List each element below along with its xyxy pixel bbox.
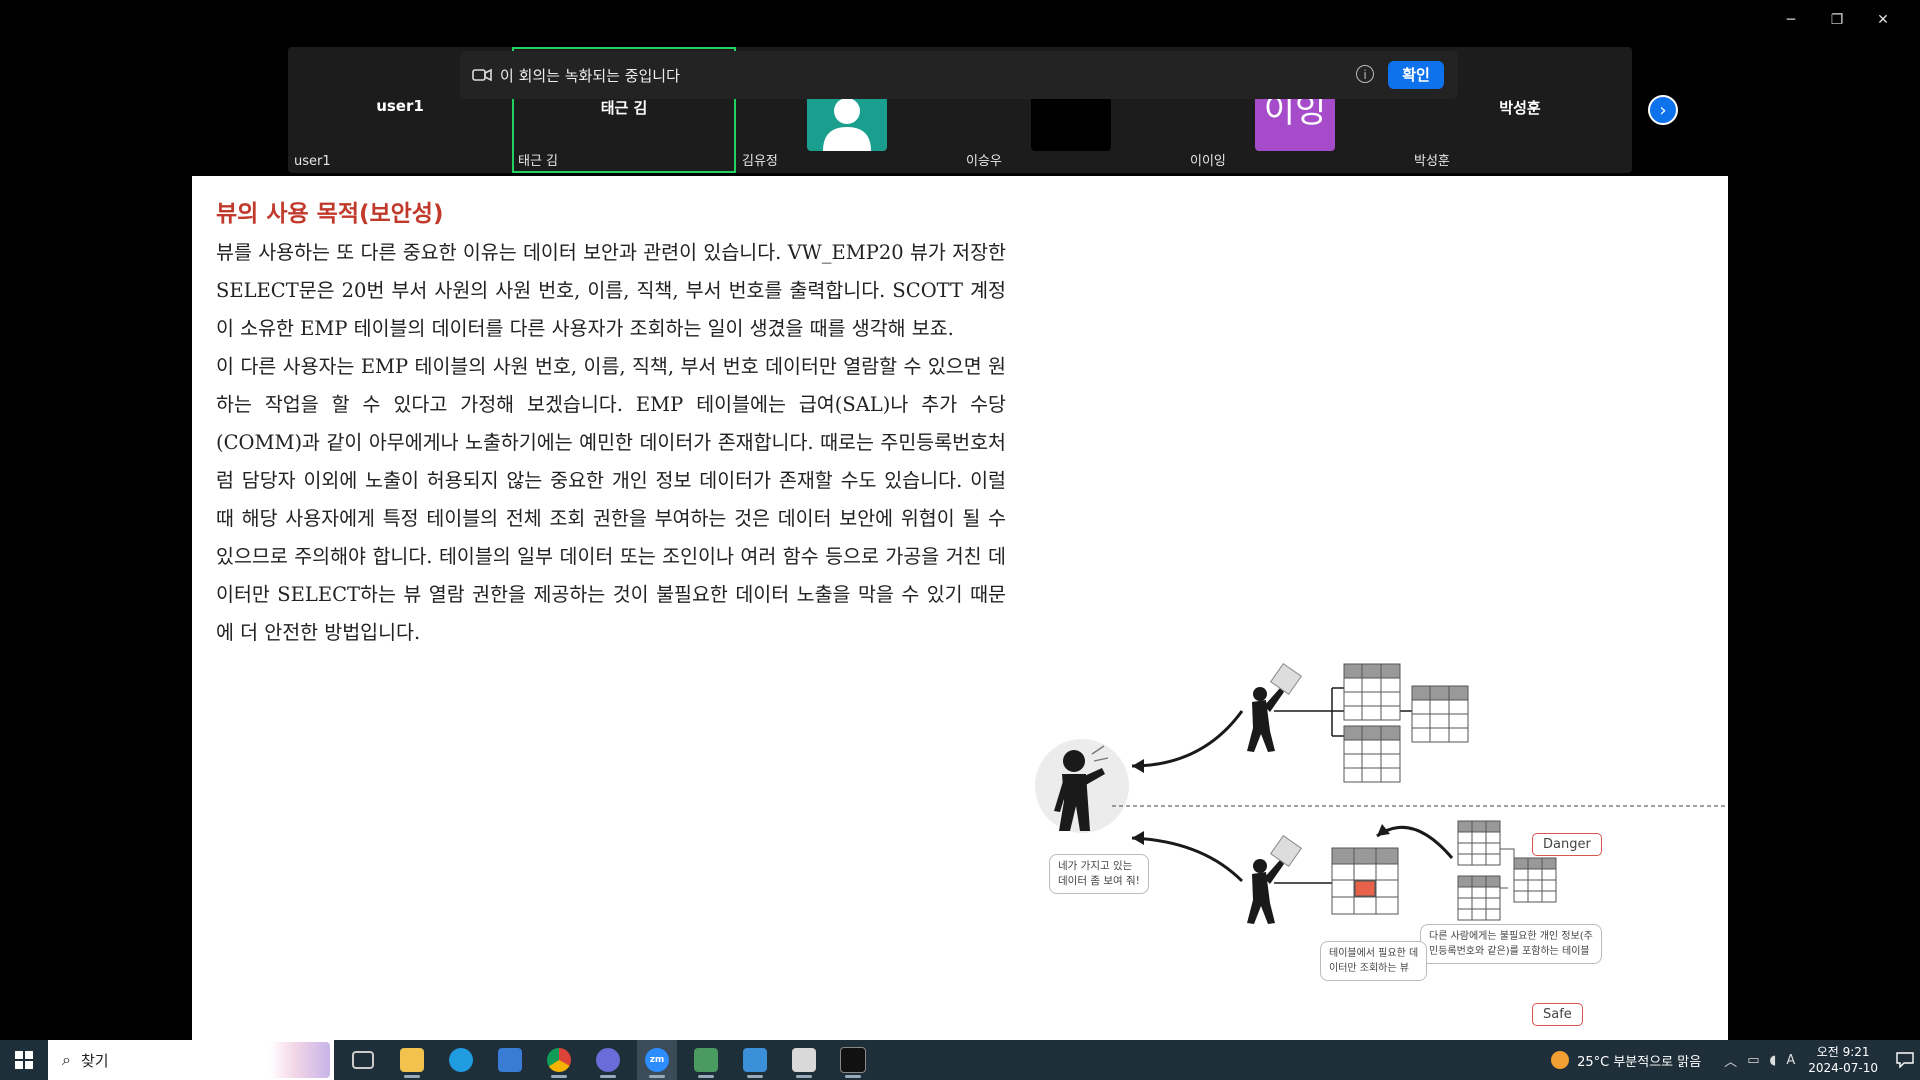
confirm-button[interactable]: 확인 (1388, 61, 1444, 89)
danger-tag: Danger (1532, 833, 1602, 856)
restore-button[interactable]: ❐ (1814, 8, 1860, 32)
danger-note: 다른 사람에게는 불필요한 개인 정보(주 민등록번호와 같은)를 포함하는 테… (1420, 924, 1602, 964)
microsoft-store-icon[interactable] (490, 1040, 530, 1080)
clock-date: 2024-07-10 (1808, 1061, 1878, 1075)
notification-center-icon[interactable] (1890, 1040, 1920, 1080)
participant-label: 태근 김 (518, 154, 559, 169)
app-green-icon[interactable] (686, 1040, 726, 1080)
paragraph: 뷰를 사용하는 또 다른 중요한 이유는 데이터 보안과 관련이 있습니다. V… (216, 241, 1006, 340)
speech-line: 데이터 좀 보여 줘! (1058, 875, 1140, 887)
file-explorer-icon[interactable] (392, 1040, 432, 1080)
participant-label: 김유정 (742, 154, 778, 169)
weather-text: 25°C 부분적으로 맑음 (1577, 1054, 1702, 1070)
zoom-icon[interactable]: zm (637, 1040, 677, 1080)
note-line: 다른 사람에게는 불필요한 개인 정보(주 (1429, 931, 1593, 942)
next-page-button[interactable]: › (1648, 95, 1678, 125)
close-button[interactable]: ✕ (1860, 8, 1906, 32)
info-icon[interactable]: i (1356, 65, 1374, 83)
speech-bubble: 네가 가지고 있는 데이터 좀 보여 줘! (1049, 854, 1149, 894)
taskbar-search[interactable]: ⌕ 찾기 (48, 1040, 334, 1080)
chat-bubble-icon (1896, 1052, 1914, 1068)
system-tray: 25°C 부분적으로 맑음 ︿ ▭ ◖ A 오전 9:21 2024-07-10 (1551, 1040, 1920, 1080)
task-view-icon[interactable] (343, 1040, 383, 1080)
windows-logo-icon (15, 1051, 33, 1069)
paint-icon[interactable] (735, 1040, 775, 1080)
participant-label: 박성훈 (1414, 154, 1450, 169)
search-highlight-image (270, 1042, 330, 1078)
clock-time: 오전 9:21 (1816, 1045, 1870, 1059)
camera-icon (472, 68, 492, 82)
edge-icon[interactable] (441, 1040, 481, 1080)
recording-banner: 이 회의는 녹화되는 중입니다 i 확인 (460, 51, 1458, 99)
start-button[interactable] (0, 1040, 48, 1080)
participant-label: 이승우 (966, 154, 1002, 169)
participant-label: user1 (294, 154, 331, 169)
window-controls: ─ ❐ ✕ (1768, 8, 1906, 32)
taskbar: ⌕ 찾기 zm 25°C 부분적으로 맑음 ︿ ▭ ◖ A 오전 9:21 20… (0, 1040, 1920, 1080)
participant-name: 박성훈 (1499, 99, 1541, 117)
document-body: 뷰를 사용하는 또 다른 중요한 이유는 데이터 보안과 관련이 있습니다. V… (216, 234, 1006, 652)
shared-screen: 뷰의 사용 목적(보안성) 뷰를 사용하는 또 다른 중요한 이유는 데이터 보… (192, 176, 1728, 1040)
section-title: 뷰의 사용 목적(보안성) (216, 201, 444, 227)
search-label: 찾기 (80, 1051, 109, 1070)
weather-icon (1551, 1051, 1570, 1069)
minimize-button[interactable]: ─ (1768, 8, 1814, 32)
speech-line: 네가 가지고 있는 (1058, 860, 1133, 872)
speaker-icon[interactable]: ◖ (1769, 1053, 1776, 1068)
safe-tag: Safe (1532, 1003, 1583, 1026)
terminal-icon[interactable] (833, 1040, 873, 1080)
clock[interactable]: 오전 9:21 2024-07-10 (1808, 1044, 1878, 1076)
discord-icon[interactable] (588, 1040, 628, 1080)
notepad-icon[interactable] (784, 1040, 824, 1080)
participant-name: 태근 김 (600, 99, 648, 117)
note-line: 이터만 조회하는 뷰 (1329, 963, 1409, 974)
participant-name: user1 (376, 97, 424, 115)
participant-label: 이이잉 (1190, 154, 1226, 169)
network-icon[interactable]: ▭ (1747, 1053, 1759, 1068)
note-line: 민등록번호와 같은)를 포함하는 테이블 (1429, 946, 1590, 957)
note-line: 테이블에서 필요한 데 (1329, 948, 1419, 959)
safe-note: 테이블에서 필요한 데 이터만 조회하는 뷰 (1320, 941, 1428, 981)
search-icon: ⌕ (62, 1050, 71, 1069)
weather-widget[interactable]: 25°C 부분적으로 맑음 (1551, 1051, 1701, 1070)
chevron-up-icon[interactable]: ︿ (1724, 1051, 1737, 1070)
paragraph: 이 다른 사용자는 EMP 테이블의 사원 번호, 이름, 직책, 부서 번호 … (216, 355, 1006, 644)
ime-indicator[interactable]: A (1786, 1053, 1795, 1068)
recording-text: 이 회의는 녹화되는 중입니다 (500, 66, 680, 85)
chrome-icon[interactable] (539, 1040, 579, 1080)
